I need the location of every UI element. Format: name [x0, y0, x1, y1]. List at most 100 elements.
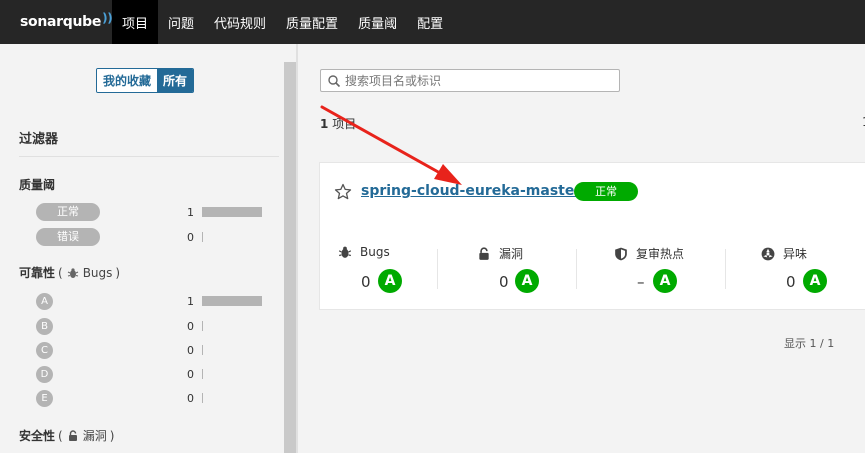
- status-pill-ok: 正常: [36, 203, 100, 221]
- metric-label-text: Bugs: [360, 245, 390, 259]
- favorite-star-icon[interactable]: [334, 183, 352, 201]
- search-placeholder: 搜索项目名或标识: [345, 74, 442, 88]
- metric-divider: [437, 249, 438, 289]
- nav-issues[interactable]: 问题: [158, 0, 204, 44]
- facet-count: 1: [187, 294, 194, 308]
- facet-option-reliability-c[interactable]: C 0: [36, 340, 266, 360]
- facet-option-reliability-b[interactable]: B 0: [36, 316, 266, 336]
- rating-badge: A: [515, 269, 539, 293]
- project-search-input[interactable]: 搜索项目名或标识: [320, 69, 620, 92]
- nav-rules-label: 代码规则: [214, 16, 267, 32]
- security-sub-label: 漏洞: [82, 429, 107, 443]
- reliability-title: 可靠性: [19, 266, 56, 280]
- metric-value: –: [637, 273, 645, 291]
- rating-badge: A: [378, 269, 402, 293]
- nav-projects-label: 项目: [122, 16, 149, 32]
- rating-circle: B: [36, 317, 53, 335]
- metric-vulnerabilities-label: 漏洞: [477, 245, 523, 262]
- pagination-info: 显示 1 / 1: [784, 337, 835, 350]
- facet-count: 0: [187, 367, 194, 381]
- nav-projects[interactable]: 项目: [112, 0, 159, 44]
- lock-icon: [479, 246, 489, 260]
- nav-administration[interactable]: 配置: [407, 0, 453, 44]
- metric-divider: [576, 249, 577, 289]
- top-nav: sonarqube ))) 项目 问题 代码规则 质量配置 质量阈 配置: [0, 0, 865, 44]
- facet-bar: [202, 296, 262, 306]
- all-toggle-button[interactable]: 所有: [157, 69, 194, 92]
- nav-quality-gates[interactable]: 质量阈: [348, 0, 407, 44]
- nav-issues-label: 问题: [168, 16, 195, 32]
- metric-value: 0: [786, 273, 796, 291]
- sidebar-scrollbar[interactable]: [284, 62, 296, 453]
- facet-option-reliability-a[interactable]: A 1: [36, 291, 266, 311]
- reliability-facet-title: 可靠性 ( Bugs ): [19, 264, 120, 281]
- metric-bugs[interactable]: Bugs 0 A: [338, 243, 438, 293]
- metric-divider: [725, 249, 726, 289]
- facet-bar: [202, 207, 262, 217]
- facet-option-quality-gate-ok[interactable]: 正常 1: [36, 202, 266, 222]
- lock-icon: [68, 429, 77, 441]
- metric-vulnerabilities[interactable]: 漏洞 0 A: [477, 243, 577, 293]
- paren-open: (: [58, 265, 63, 280]
- facet-option-quality-gate-error[interactable]: 错误 0: [36, 227, 266, 247]
- metric-hotspots-label: 复审热点: [614, 245, 684, 262]
- facet-bar: [202, 369, 203, 379]
- filters-divider: [19, 156, 279, 157]
- nav-quality-profiles-label: 质量配置: [286, 16, 339, 32]
- favorites-all-toggle: 我的收藏 所有: [96, 68, 195, 93]
- nav-quality-profiles[interactable]: 质量配置: [276, 0, 348, 44]
- status-pill-error: 错误: [36, 228, 100, 246]
- nav-quality-gates-label: 质量阈: [358, 16, 398, 32]
- facet-option-reliability-d[interactable]: D 0: [36, 364, 266, 384]
- code-smell-icon: [761, 247, 775, 260]
- quality-gate-title: 质量阈: [19, 178, 56, 192]
- rating-badge: A: [803, 269, 827, 293]
- reliability-subtitle: ( Bugs ): [58, 266, 120, 280]
- bug-icon: [67, 267, 78, 278]
- metric-value: 0: [361, 273, 371, 291]
- projects-count-number: 1: [320, 117, 329, 131]
- facet-count: 0: [187, 230, 194, 244]
- facet-count: 0: [187, 391, 194, 405]
- security-facet-title: 安全性 ( 漏洞 ): [19, 427, 114, 444]
- search-icon: [328, 74, 341, 87]
- rating-circle: A: [36, 292, 53, 310]
- project-card: spring-cloud-eureka-master 正常 Bugs 0 A 漏…: [319, 162, 865, 310]
- sonarqube-logo[interactable]: sonarqube ))): [0, 0, 118, 44]
- project-name-link[interactable]: spring-cloud-eureka-master: [361, 183, 581, 199]
- paren-close: ): [109, 428, 115, 443]
- facet-bar: [202, 345, 203, 355]
- metric-code-smells[interactable]: 异味 0 A: [761, 243, 865, 293]
- rating-badge: A: [653, 269, 677, 293]
- security-title: 安全性: [19, 429, 56, 443]
- paren-open: (: [58, 428, 63, 443]
- facet-bar: [202, 321, 203, 331]
- logo-text: sonarqube: [20, 14, 102, 30]
- security-subtitle: ( 漏洞 ): [58, 427, 114, 444]
- rating-circle: E: [36, 389, 53, 407]
- nav-administration-label: 配置: [417, 16, 444, 32]
- favorites-toggle-button[interactable]: 我的收藏: [97, 69, 158, 92]
- reliability-sub-label: Bugs: [82, 265, 113, 280]
- metric-label-text: 复审热点: [636, 247, 685, 261]
- projects-count: 1 项目: [320, 115, 356, 132]
- quality-gate-status-badge: 正常: [574, 182, 638, 201]
- rating-circle: C: [36, 341, 53, 359]
- facet-option-reliability-e[interactable]: E 0: [36, 388, 266, 408]
- quality-gate-facet-title: 质量阈: [19, 176, 55, 193]
- paren-close: ): [115, 265, 121, 280]
- projects-main: 搜索项目名或标识 1 项目 1 spring-cloud-eureka-mast…: [298, 44, 865, 453]
- projects-count-label: 项目: [332, 117, 357, 131]
- facet-count: 0: [187, 343, 194, 357]
- metric-bugs-label: Bugs: [338, 245, 390, 259]
- metric-value: 0: [499, 273, 509, 291]
- facet-bar: [202, 232, 203, 242]
- facet-count: 0: [187, 319, 194, 333]
- nav-rules[interactable]: 代码规则: [204, 0, 276, 44]
- filters-title: 过滤器: [19, 132, 59, 147]
- metric-code-smells-label: 异味: [761, 245, 807, 262]
- rating-circle: D: [36, 365, 53, 383]
- shield-icon: [615, 247, 627, 260]
- bug-icon: [338, 246, 352, 258]
- metric-label-text: 异味: [783, 247, 808, 261]
